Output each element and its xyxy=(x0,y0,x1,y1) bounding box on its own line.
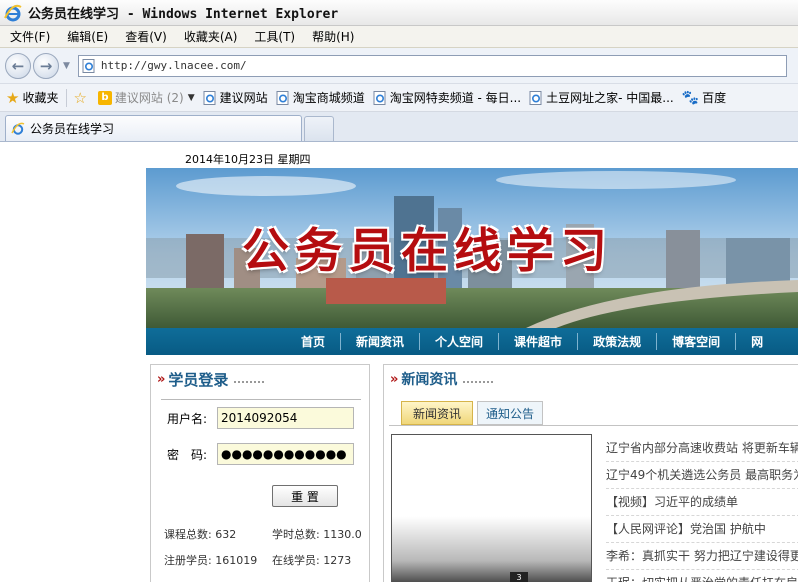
menu-tools[interactable]: 工具(T) xyxy=(248,28,301,45)
nav-blog[interactable]: 博客空间 xyxy=(657,333,737,350)
fav-link-4[interactable]: 土豆网址之家- 中国最... xyxy=(529,89,674,106)
menu-favorites[interactable]: 收藏夹(A) xyxy=(178,28,244,45)
fav-label: 建议网站 xyxy=(219,91,268,105)
ie-page-icon xyxy=(203,90,216,105)
fav-label: 淘宝商城频道 xyxy=(292,91,365,105)
double-chevron-icon: » xyxy=(390,371,399,387)
new-tab-button[interactable] xyxy=(304,116,334,141)
hours-total: 学时总数: 1130.0 xyxy=(272,528,362,541)
baidu-paw-icon: 🐾 xyxy=(681,89,700,106)
fav-label: 百度 xyxy=(702,91,727,105)
divider xyxy=(161,399,361,400)
nav-news[interactable]: 新闻资讯 xyxy=(341,333,421,350)
add-favorite-button[interactable]: ☆ xyxy=(73,89,89,107)
tab-active[interactable]: 公务员在线学习 xyxy=(5,115,302,141)
fav-link-2[interactable]: 淘宝商城频道 xyxy=(276,89,365,106)
username-row: 用户名: xyxy=(167,407,354,429)
arrow-left-icon: ← xyxy=(11,56,25,75)
forward-button[interactable]: → xyxy=(33,52,59,79)
main-nav: 首页 新闻资讯 个人空间 课件超市 政策法规 博客空间 网 xyxy=(146,328,798,355)
fav-label: 淘宝网特卖频道 - 每日... xyxy=(389,91,522,105)
news-item[interactable]: 【视频】习近平的成绩单 xyxy=(606,489,798,516)
login-panel: » 学员登录 用户名: 密 码: 重 置 课程总数: 632 学时总数: 113… xyxy=(150,364,370,582)
username-input[interactable] xyxy=(217,407,354,429)
course-count: 课程总数: 632 xyxy=(164,528,237,541)
back-button[interactable]: ← xyxy=(5,52,31,79)
fav-label: 土豆网址之家- 中国最... xyxy=(546,91,674,105)
arrow-right-icon: → xyxy=(39,56,53,75)
nav-personal-space[interactable]: 个人空间 xyxy=(420,333,500,350)
dotted-divider xyxy=(463,375,494,383)
news-item[interactable]: 辽宁49个机关遴选公务员 最高职务为 xyxy=(606,462,798,489)
nav-courseware[interactable]: 课件超市 xyxy=(499,333,579,350)
tab-bar: 公务员在线学习 xyxy=(0,112,798,142)
login-title: 学员登录 xyxy=(168,370,229,389)
tab-notices[interactable]: 通知公告 xyxy=(477,401,543,425)
banner-title: 公务员在线学习 xyxy=(242,224,613,279)
password-row: 密 码: xyxy=(167,443,354,465)
nav-home[interactable]: 首页 xyxy=(301,333,342,350)
news-title: 新闻资讯 xyxy=(401,372,458,388)
ie-page-icon xyxy=(82,58,95,73)
menu-help[interactable]: 帮助(H) xyxy=(306,28,360,45)
ie-page-icon xyxy=(276,90,289,105)
window-title: 公务员在线学习 - Windows Internet Explorer xyxy=(28,7,339,22)
news-list: 辽宁省内部分高速收费站 将更新车辆 辽宁49个机关遴选公务员 最高职务为 【视频… xyxy=(606,435,798,582)
news-item[interactable]: 【人民网评论】党治国 护航中 xyxy=(606,516,798,543)
menu-bar: 文件(F) 编辑(E) 查看(V) 收藏夹(A) 工具(T) 帮助(H) xyxy=(0,26,798,48)
title-bar: 公务员在线学习 - Windows Internet Explorer xyxy=(0,0,798,26)
favorites-label: 收藏夹 xyxy=(22,91,59,105)
page-content: 2014年10月23日 星期四 公务员在线学习 首页 新闻资讯 个人空间 课件超… xyxy=(0,142,798,582)
current-date: 2014年10月23日 星期四 xyxy=(185,153,311,166)
menu-file[interactable]: 文件(F) xyxy=(4,28,56,45)
ie-page-icon xyxy=(529,90,542,105)
news-item[interactable]: 王珉：切实把从严治党的责任扛在肩 xyxy=(606,570,798,582)
favorites-bar: ★ 收藏夹 ☆ b 建议网站 (2) ▼ 建议网站 淘宝商城频道 淘宝网特卖频道… xyxy=(0,84,798,112)
reset-button[interactable]: 重 置 xyxy=(272,485,338,507)
address-bar: ← → ▼ http://gwy.lnacee.com/ xyxy=(0,48,798,84)
password-input[interactable] xyxy=(217,443,354,465)
news-header: » 新闻资讯 xyxy=(384,365,494,393)
address-field[interactable]: http://gwy.lnacee.com/ xyxy=(77,54,787,77)
fav-suggested-sites[interactable]: b 建议网站 (2) ▼ xyxy=(97,89,195,106)
fav-link-baidu[interactable]: 🐾 百度 xyxy=(682,89,726,106)
favorites-button[interactable]: ★ 收藏夹 xyxy=(6,89,58,107)
dotted-divider xyxy=(234,375,265,383)
fav-label: 建议网站 (2) xyxy=(114,91,184,105)
tab-label: 公务员在线学习 xyxy=(30,122,115,136)
chevron-down-icon: ▼ xyxy=(187,92,195,103)
menu-view[interactable]: 查看(V) xyxy=(119,28,173,45)
login-header: » 学员登录 xyxy=(151,365,265,393)
news-slideshow[interactable]: 3 xyxy=(391,434,592,582)
bing-icon: b xyxy=(97,90,112,105)
username-label: 用户名: xyxy=(167,411,208,426)
news-item[interactable]: 李希：真抓实干 努力把辽宁建设得更 xyxy=(606,543,798,570)
nav-more[interactable]: 网 xyxy=(736,333,778,350)
divider xyxy=(66,88,68,107)
ie-page-icon xyxy=(373,90,386,105)
password-label: 密 码: xyxy=(167,447,208,462)
news-panel: » 新闻资讯 新闻资讯 通知公告 3 辽宁省内部分高速收费站 将更新车辆 辽宁4… xyxy=(383,364,798,582)
news-item[interactable]: 辽宁省内部分高速收费站 将更新车辆 xyxy=(606,435,798,462)
star-icon: ★ xyxy=(6,88,20,107)
divider xyxy=(389,425,798,426)
nav-policy[interactable]: 政策法规 xyxy=(578,333,658,350)
ie-page-icon xyxy=(11,122,25,135)
history-dropdown-icon[interactable]: ▼ xyxy=(63,61,70,71)
tab-news[interactable]: 新闻资讯 xyxy=(401,401,473,425)
online-count: 在线学员: 1273 xyxy=(272,554,352,567)
fav-link-3[interactable]: 淘宝网特卖频道 - 每日... xyxy=(373,89,521,106)
slide-number[interactable]: 3 xyxy=(510,572,528,582)
registered-count: 注册学员: 161019 xyxy=(164,554,258,567)
ie-logo-icon xyxy=(4,4,22,21)
menu-edit[interactable]: 编辑(E) xyxy=(61,28,114,45)
fav-link-1[interactable]: 建议网站 xyxy=(203,89,268,106)
site-banner: 公务员在线学习 xyxy=(146,168,798,328)
add-favorite-star-icon: ☆ xyxy=(73,88,87,107)
double-chevron-icon: » xyxy=(157,371,166,387)
url-text: http://gwy.lnacee.com/ xyxy=(100,59,247,72)
page-margin xyxy=(0,142,146,582)
